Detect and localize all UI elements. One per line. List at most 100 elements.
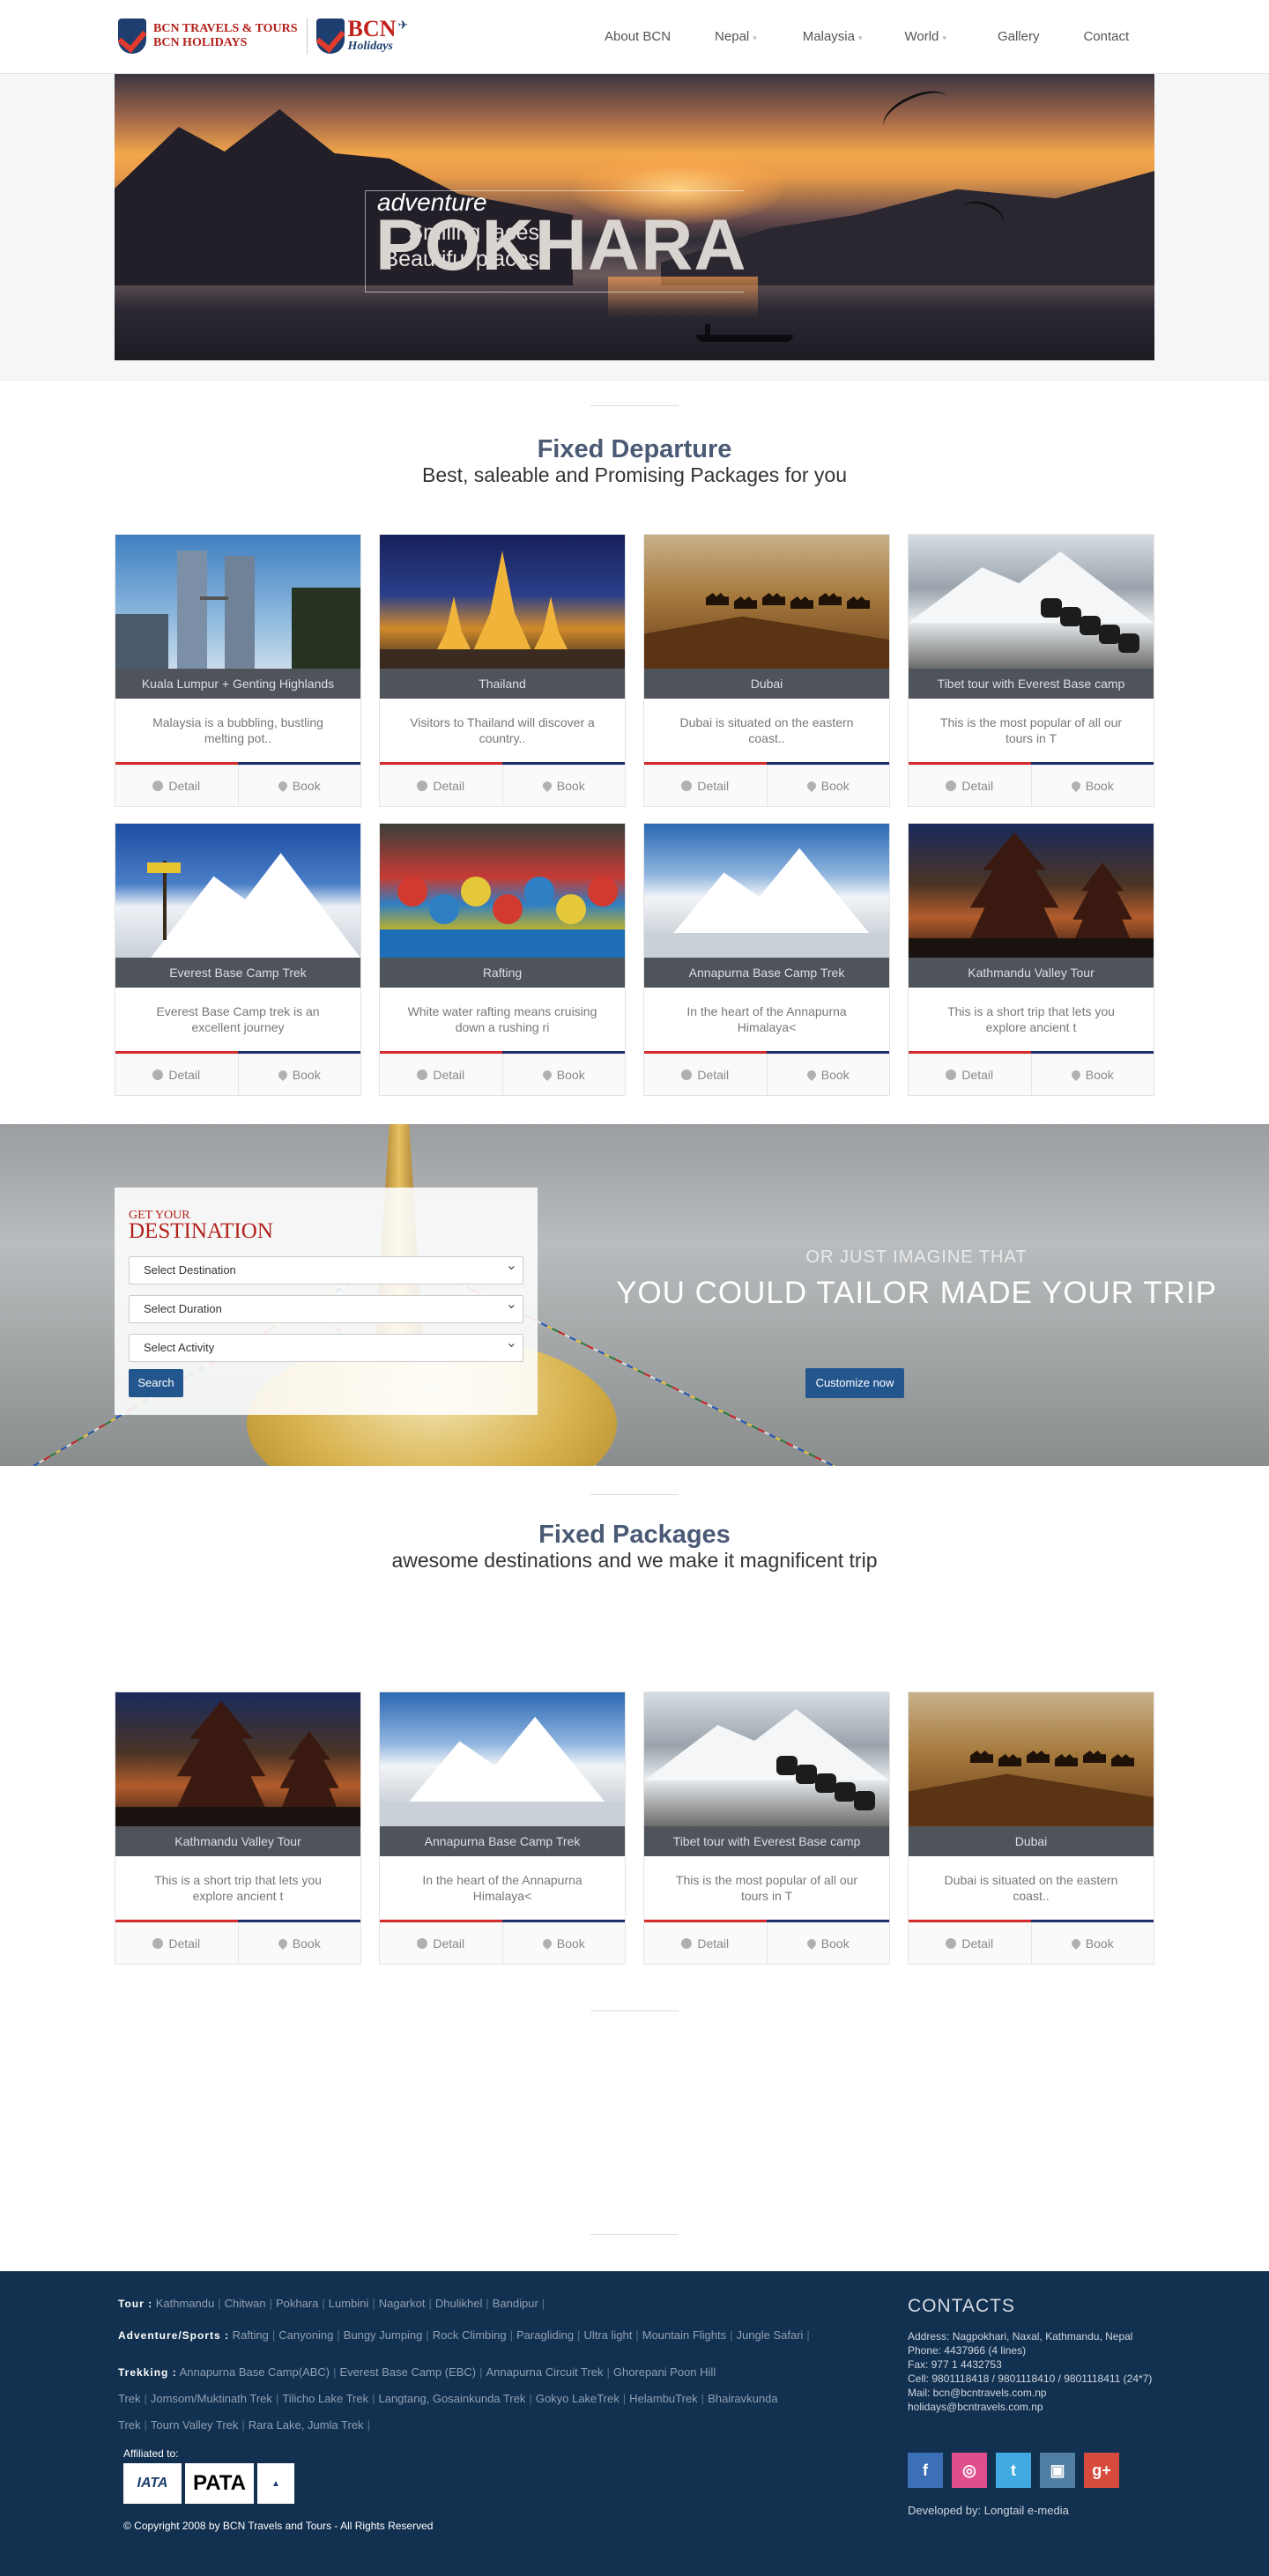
search-button[interactable]: Search [129,1369,183,1397]
package-image[interactable] [380,824,625,958]
package-image[interactable] [115,824,360,958]
detail-button[interactable]: Detail [909,1922,1031,1964]
detail-button[interactable]: Detail [644,1922,767,1964]
nav-contact[interactable]: Contact [1083,29,1129,44]
footer-link[interactable]: Canyoning [278,2328,333,2342]
detail-button[interactable]: Detail [380,1054,502,1095]
footer-link[interactable]: Everest Base Camp (EBC) [340,2365,477,2379]
package-name[interactable]: Thailand [380,669,625,699]
package-name[interactable]: Kuala Lumpur + Genting Highlands [115,669,360,699]
book-button[interactable]: Book [766,1054,889,1095]
book-button[interactable]: Book [237,765,360,806]
package-name[interactable]: Tibet tour with Everest Base camp [909,669,1154,699]
footer-link[interactable]: Tilicho Lake Trek [282,2392,368,2405]
detail-button[interactable]: Detail [380,1922,502,1964]
footer-link[interactable]: Langtang, Gosainkunda Trek [378,2392,525,2405]
footer-link[interactable]: Paragliding [516,2328,574,2342]
footer-link[interactable]: Rock Climbing [433,2328,507,2342]
contact-mail[interactable]: Mail: bcn@bcntravels.com.np [908,2386,1154,2400]
footer-link[interactable]: Tourn Valley Trek [151,2418,238,2432]
google-plus-icon[interactable]: g+ [1084,2453,1119,2488]
detail-button[interactable]: Detail [644,1054,767,1095]
package-name[interactable]: Tibet tour with Everest Base camp [644,1826,889,1856]
detail-button[interactable]: Detail [644,765,767,806]
footer-link[interactable]: Pokhara [276,2297,318,2310]
footer-link[interactable]: Lumbini [329,2297,369,2310]
eye-icon [417,781,428,791]
contact-cell: Cell: 9801118418 / 9801118410 / 98011184… [908,2372,1153,2385]
contact-mail-2[interactable]: holidays@bcntravels.com.np [908,2400,1154,2414]
footer-link[interactable]: Rafting [233,2328,269,2342]
select-activity[interactable]: Select Activity [129,1330,523,1362]
package-name[interactable]: Annapurna Base Camp Trek [644,958,889,988]
section-title-fixed-departure: Fixed Departure [537,435,732,463]
dribbble-icon[interactable]: ◎ [952,2453,987,2488]
footer-link[interactable]: Jomsom/Muktinath Trek [151,2392,272,2405]
footer-link[interactable]: Kathmandu [156,2297,215,2310]
book-button[interactable]: Book [766,1922,889,1964]
package-image[interactable] [644,535,889,669]
book-button[interactable]: Book [1030,765,1154,806]
book-button[interactable]: Book [237,1922,360,1964]
eye-icon [946,781,957,791]
book-button[interactable]: Book [501,1054,625,1095]
package-name[interactable]: Annapurna Base Camp Trek [380,1826,625,1856]
detail-button[interactable]: Detail [909,765,1031,806]
eye-icon [681,1070,693,1080]
footer-link[interactable]: Annapurna Base Camp(ABC) [180,2365,330,2379]
instagram-icon[interactable]: ▣ [1040,2453,1075,2488]
package-image[interactable] [644,824,889,958]
book-button[interactable]: Book [501,765,625,806]
package-name[interactable]: Kathmandu Valley Tour [909,958,1154,988]
footer-link[interactable]: HelambuTrek [629,2392,698,2405]
package-image[interactable] [115,1692,360,1826]
package-name[interactable]: Rafting [380,958,625,988]
footer-link[interactable]: Dhulikhel [435,2297,482,2310]
detail-button[interactable]: Detail [909,1054,1031,1095]
package-card: Annapurna Base Camp Trek In the heart of … [379,1691,626,1965]
footer-link[interactable]: Bandipur [493,2297,538,2310]
footer-link[interactable]: Annapurna Circuit Trek [486,2365,604,2379]
package-image[interactable] [380,535,625,669]
footer-link[interactable]: Bungy Jumping [344,2328,423,2342]
footer-link[interactable]: Ultra light [583,2328,632,2342]
select-duration[interactable]: Select Duration [129,1292,523,1323]
nav-about-bcn[interactable]: About BCN [605,29,671,44]
package-image[interactable] [909,1692,1154,1826]
detail-button[interactable]: Detail [115,1922,238,1964]
detail-button[interactable]: Detail [115,1054,238,1095]
book-button[interactable]: Book [1030,1922,1154,1964]
nav-world[interactable]: World ▾ [905,29,946,44]
book-button[interactable]: Book [766,765,889,806]
package-name[interactable]: Kathmandu Valley Tour [115,1826,360,1856]
footer-link[interactable]: Jungle Safari [737,2328,804,2342]
package-card: Kathmandu Valley Tour This is a short tri… [908,823,1154,1096]
package-name[interactable]: Dubai [909,1826,1154,1856]
footer-link[interactable]: Mountain Flights [642,2328,726,2342]
package-image[interactable] [380,1692,625,1826]
book-button[interactable]: Book [237,1054,360,1095]
footer-link[interactable]: Rara Lake, Jumla Trek [249,2418,364,2432]
footer-link[interactable]: Nagarkot [379,2297,426,2310]
book-button[interactable]: Book [501,1922,625,1964]
detail-button[interactable]: Detail [380,765,502,806]
package-image[interactable] [115,535,360,669]
select-destination[interactable]: Select Destination [129,1253,523,1284]
nav-gallery[interactable]: Gallery [998,29,1040,44]
package-image[interactable] [644,1692,889,1826]
package-name[interactable]: Everest Base Camp Trek [115,958,360,988]
customize-now-button[interactable]: Customize now [805,1368,904,1398]
nav-malaysia[interactable]: Malaysia ▾ [803,29,863,44]
package-image[interactable] [909,824,1154,958]
facebook-icon[interactable]: f [908,2453,943,2488]
package-name[interactable]: Dubai [644,669,889,699]
footer-link[interactable]: Gokyo LakeTrek [536,2392,620,2405]
book-button[interactable]: Book [1030,1054,1154,1095]
nav-nepal[interactable]: Nepal ▾ [715,29,757,44]
footer-link[interactable]: Chitwan [225,2297,266,2310]
detail-button[interactable]: Detail [115,765,238,806]
site-logo[interactable]: BCN TRAVELS & TOURS BCN HOLIDAYS BCN Hol… [118,18,408,55]
paraglider-silhouette [877,82,956,144]
package-image[interactable] [909,535,1154,669]
twitter-icon[interactable]: t [996,2453,1031,2488]
